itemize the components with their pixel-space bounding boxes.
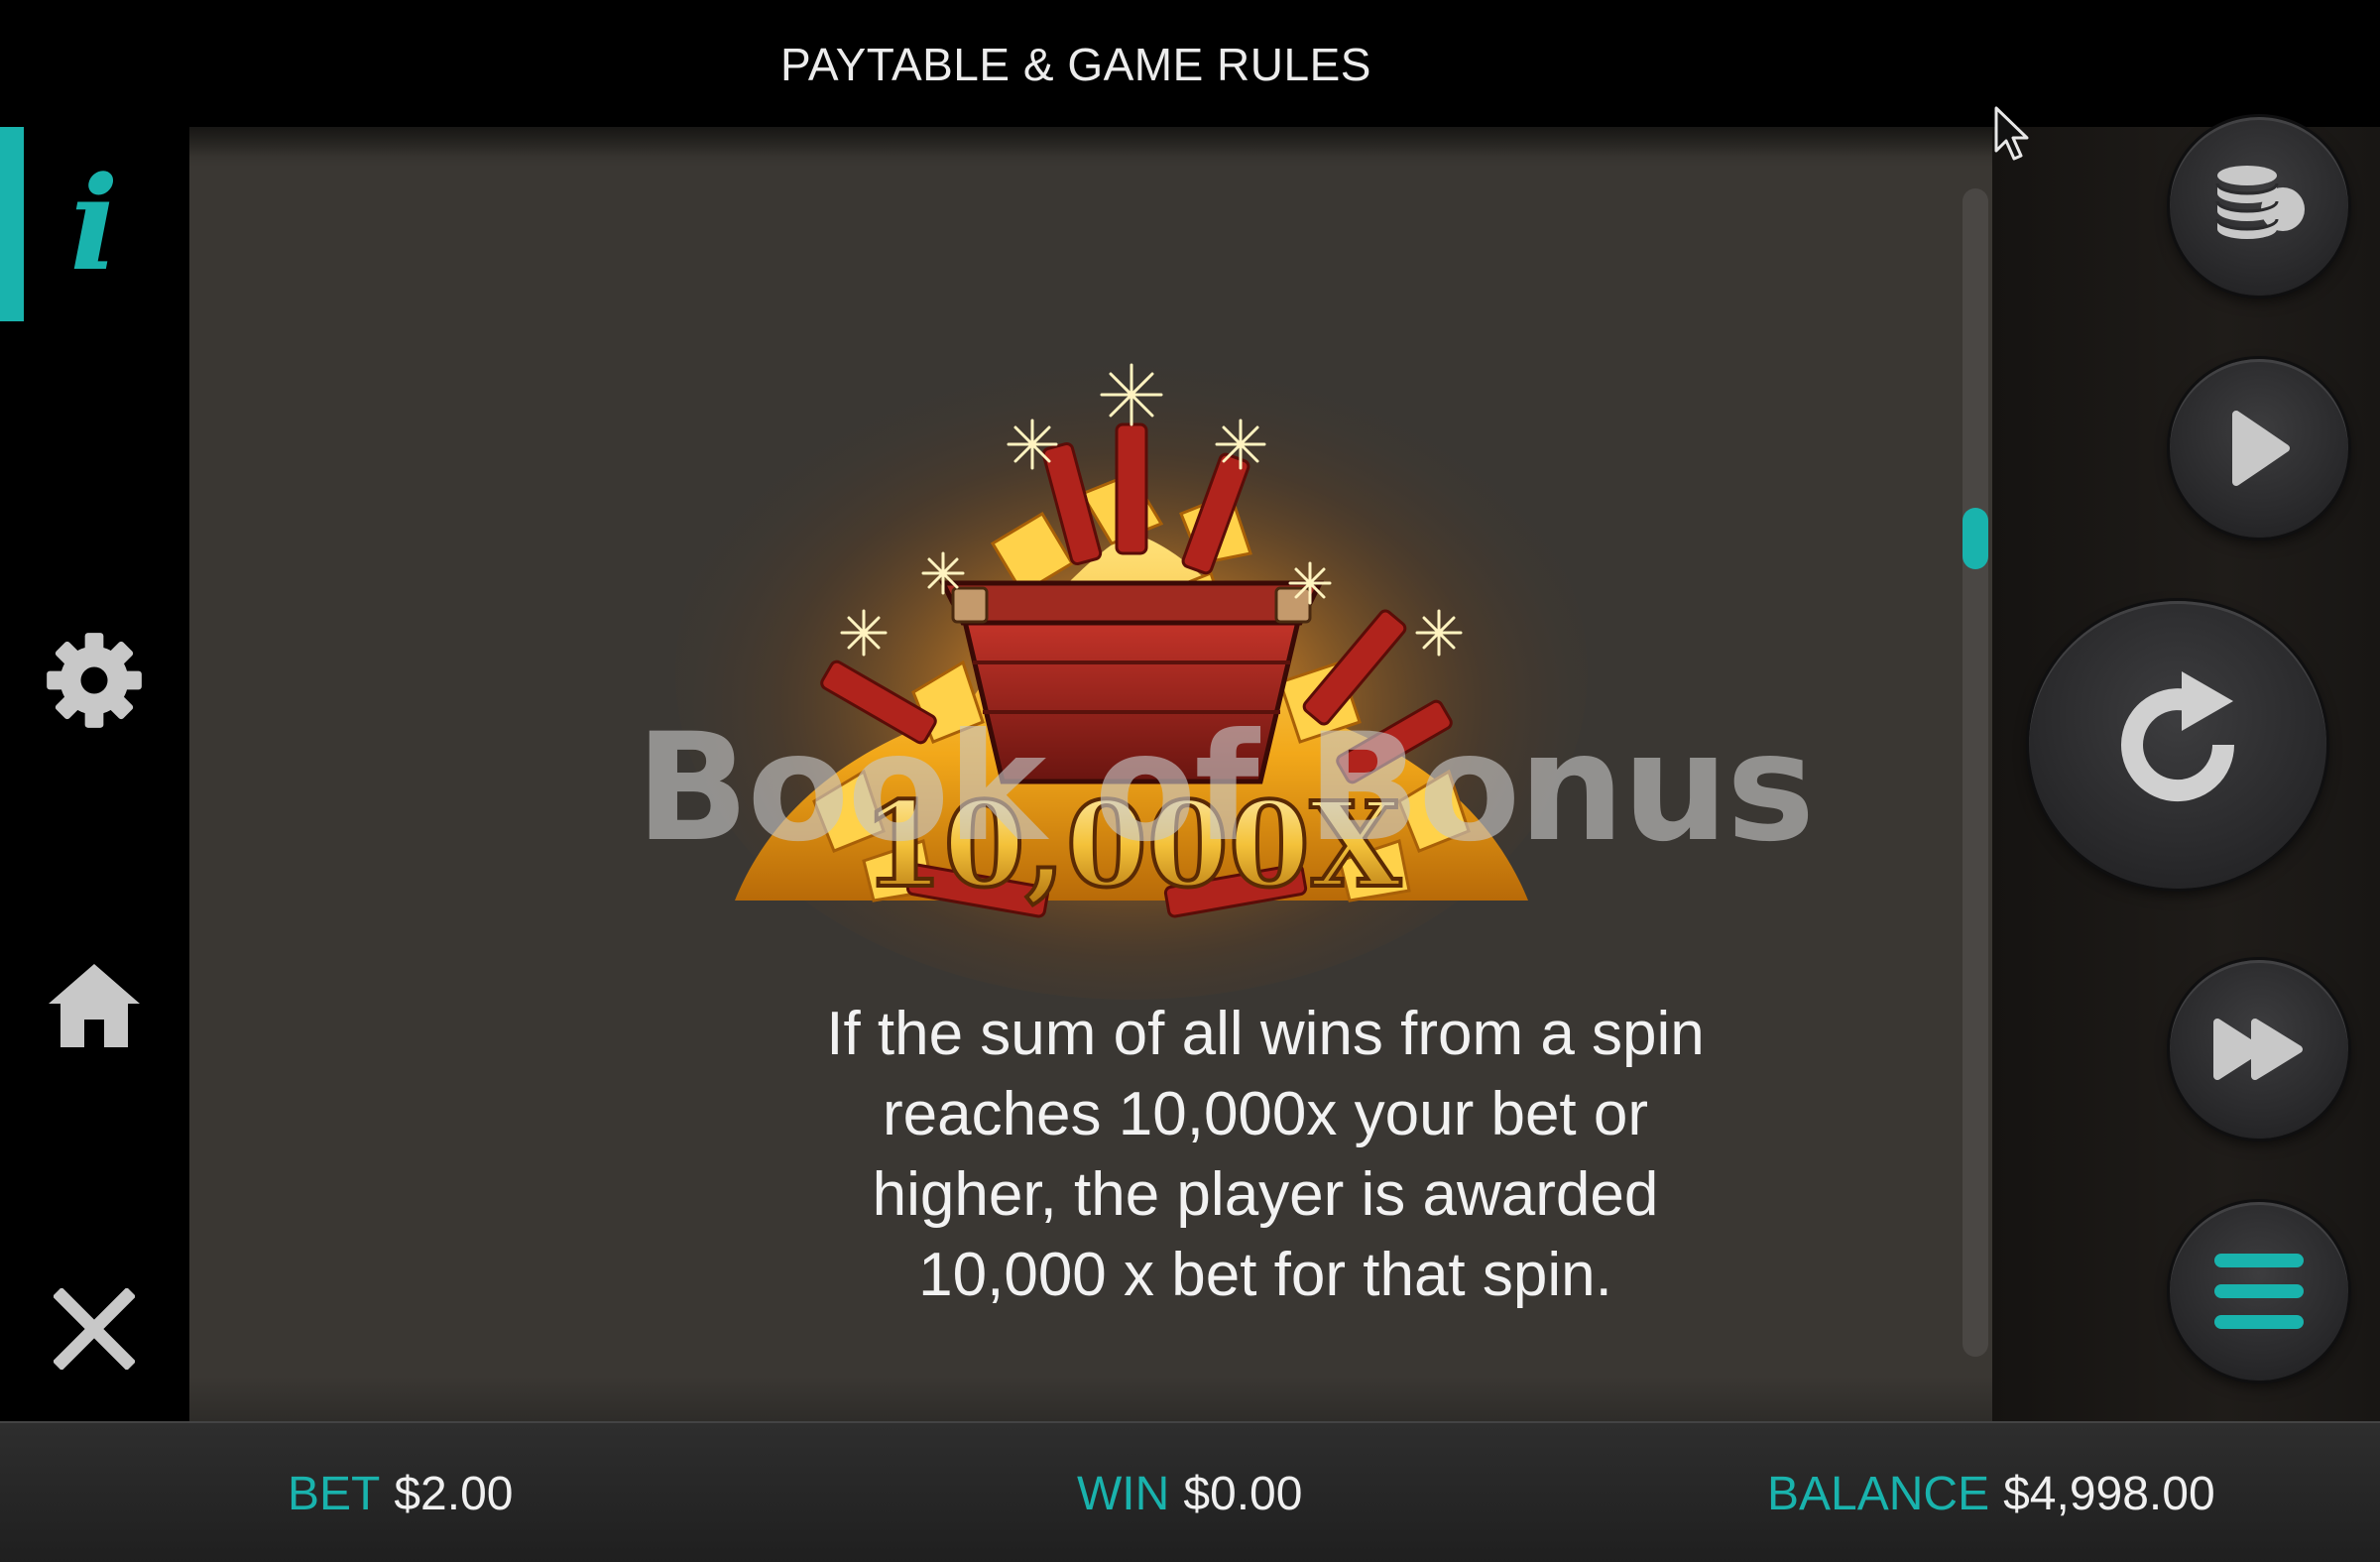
rule-line: higher, the player is awarded: [872, 1160, 1659, 1229]
bet-label: BET: [288, 1468, 381, 1520]
rule-description: If the sum of all wins from a spin reach…: [487, 994, 2044, 1315]
balance-value: $4,998.00: [2003, 1468, 2215, 1520]
rule-line: reaches 10,000x your bet or: [882, 1080, 1649, 1148]
bet-coins-button[interactable]: [2170, 117, 2348, 296]
home-icon: [49, 964, 140, 1047]
fast-forward-icon: [2213, 1019, 2303, 1080]
game-watermark: Book of Bonus: [636, 702, 1815, 875]
game-screen: PAYTABLE & GAME RULES i 10,000X Book of …: [0, 0, 2380, 1562]
mouse-cursor-icon: [1994, 106, 2029, 161]
rule-line: 10,000 x bet for that spin.: [918, 1241, 1612, 1309]
spin-icon: [2121, 671, 2235, 802]
bet-value: $2.00: [394, 1468, 514, 1520]
bet-display: BET $2.00: [288, 1467, 513, 1521]
turbo-button[interactable]: [2170, 960, 2348, 1139]
win-value: $0.00: [1183, 1468, 1303, 1520]
play-icon: [2232, 411, 2290, 486]
menu-icon: [2214, 1254, 2304, 1329]
scrollbar-track[interactable]: [1963, 188, 1988, 1357]
status-bar: BET $2.00 WIN $0.00 BALANCE $4,998.00: [0, 1421, 2380, 1562]
autoplay-button[interactable]: [2170, 359, 2348, 538]
balance-label: BALANCE: [1767, 1468, 1990, 1520]
page-title: PAYTABLE & GAME RULES: [780, 39, 1371, 90]
scrollbar-thumb[interactable]: [1963, 508, 1988, 569]
info-icon: i: [69, 148, 119, 300]
balance-display: BALANCE $4,998.00: [1767, 1467, 2215, 1521]
paytable-panel: 10,000X Book of Bonus If the sum of all …: [189, 127, 1992, 1421]
sidebar-item-close[interactable]: [0, 1260, 188, 1398]
sidebar-item-home[interactable]: [0, 936, 188, 1075]
spin-button[interactable]: [2029, 601, 2326, 889]
sidebar: i: [0, 127, 188, 1421]
close-icon: [54, 1288, 135, 1370]
menu-button[interactable]: [2170, 1202, 2348, 1381]
win-display: WIN $0.00: [1077, 1467, 1302, 1521]
gear-icon: [47, 633, 142, 728]
rule-line: If the sum of all wins from a spin: [826, 1000, 1705, 1068]
max-win-artwork: 10,000X: [675, 345, 1588, 1000]
win-label: WIN: [1077, 1468, 1170, 1520]
active-indicator: [0, 127, 24, 321]
sidebar-item-settings[interactable]: [0, 611, 188, 750]
coins-icon: [2215, 166, 2305, 239]
sidebar-item-info[interactable]: i: [0, 127, 188, 321]
